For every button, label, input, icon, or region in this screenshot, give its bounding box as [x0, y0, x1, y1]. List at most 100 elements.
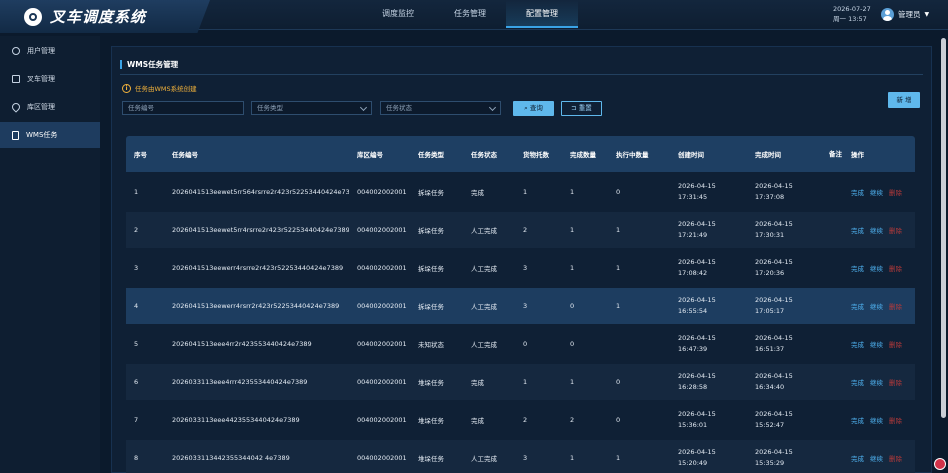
search-button[interactable]: ⌕ 查询: [513, 101, 554, 116]
sidebar-item-forklifts[interactable]: 叉车管理: [0, 66, 100, 92]
continue-link[interactable]: 继续: [870, 417, 883, 425]
task-no-input[interactable]: 任务编号: [122, 101, 244, 115]
created-time: 15:36:01: [678, 421, 708, 429]
cell-area: 004002002001: [357, 378, 407, 386]
cell-finished: 2026-04-15 15:52:47: [747, 409, 821, 431]
delete-link[interactable]: 删除: [889, 417, 902, 425]
cell-created: 2026-04-15 15:20:49: [670, 447, 747, 469]
table-row[interactable]: 4 2026041513eewerr4rsrr2r423r52253440424e…: [126, 288, 915, 324]
cell-task-no: 2026041513eewet5rr564rsrre2r423r52253440…: [172, 188, 349, 196]
task-type-select[interactable]: 任务类型: [251, 101, 372, 115]
created-date: 2026-04-15: [678, 448, 716, 456]
cell-running: 0: [616, 188, 621, 196]
complete-link[interactable]: 完成: [851, 227, 864, 235]
cell-task-no: 2026033113eee4423553440424e7389: [172, 416, 300, 424]
finished-date: 2026-04-15: [755, 448, 793, 456]
continue-link[interactable]: 继续: [870, 189, 883, 197]
sidebar-item-wms-tasks[interactable]: WMS任务: [0, 122, 100, 148]
header-done: 完成数量: [570, 151, 596, 159]
complete-link[interactable]: 完成: [851, 341, 864, 349]
cell-index: 1: [134, 188, 139, 196]
cell-created: 2026-04-15 17:21:49: [670, 219, 747, 241]
table-row[interactable]: 5 2026041513eee4rr2r423553440424e7389 0040…: [126, 326, 915, 362]
created-time: 15:20:49: [678, 459, 708, 467]
cell-area: 004002002001: [357, 454, 407, 462]
cell-created: 2026-04-15 16:47:39: [670, 333, 747, 355]
app-badge-icon[interactable]: [934, 458, 946, 470]
cell-area: 004002002001: [357, 340, 407, 348]
main-panel: WMS任务管理 i 任务由WMS系统创建 任务编号 任务类型 任务状态 ⌕ 查询…: [111, 46, 932, 473]
cell-area: 004002002001: [357, 416, 407, 424]
cell-created: 2026-04-15 16:28:58: [670, 371, 747, 393]
continue-link[interactable]: 继续: [870, 455, 883, 463]
delete-link[interactable]: 删除: [889, 303, 902, 311]
sidebar-item-label: WMS任务: [26, 131, 58, 139]
created-time: 17:31:45: [678, 193, 708, 201]
header-actions: 操作: [851, 151, 864, 159]
continue-link[interactable]: 继续: [870, 265, 883, 273]
cell-done: 1: [570, 454, 575, 462]
continue-link[interactable]: 继续: [870, 341, 883, 349]
complete-link[interactable]: 完成: [851, 379, 864, 387]
table-row[interactable]: 6 2026033113eee4rrr423553440424e7389 00400…: [126, 364, 915, 400]
sidebar: 用户管理 叉车管理 库区管理 WMS任务: [0, 36, 100, 473]
sidebar-item-label: 库区管理: [27, 103, 55, 111]
cell-done: 1: [570, 264, 575, 272]
user-name: 管理员: [898, 10, 921, 19]
cell-actions: 完成 继续 删除: [843, 415, 915, 425]
reset-button[interactable]: ⊐ 重置: [561, 101, 602, 116]
cell-pallets: 1: [523, 378, 528, 386]
continue-link[interactable]: 继续: [870, 379, 883, 387]
cell-actions: 完成 继续 删除: [843, 301, 915, 311]
complete-link[interactable]: 完成: [851, 417, 864, 425]
title-divider: [120, 74, 923, 75]
forklift-icon: [12, 75, 20, 83]
delete-link[interactable]: 删除: [889, 189, 902, 197]
complete-link[interactable]: 完成: [851, 189, 864, 197]
nav-dispatch-monitor[interactable]: 调度监控: [362, 0, 434, 28]
cell-created: 2026-04-15 15:36:01: [670, 409, 747, 431]
add-button[interactable]: 新 增: [888, 92, 920, 108]
task-status-select[interactable]: 任务状态: [380, 101, 501, 115]
cell-created: 2026-04-15 16:55:54: [670, 295, 747, 317]
continue-link[interactable]: 继续: [870, 227, 883, 235]
cell-created: 2026-04-15 17:08:42: [670, 257, 747, 279]
table-row[interactable]: 2 2026041513eewet5rr4rsrre2r423r522534404…: [126, 212, 915, 248]
table-row[interactable]: 1 2026041513eewet5rr564rsrre2r423r5225344…: [126, 174, 915, 210]
sidebar-item-areas[interactable]: 库区管理: [0, 94, 100, 120]
cell-task-no: 2026033113442355344042 4e7389: [172, 454, 290, 462]
finished-time: 17:37:08: [755, 193, 785, 201]
user-icon: [12, 47, 20, 55]
finished-time: 17:05:17: [755, 307, 785, 315]
top-header: 叉车调度系统 调度监控 任务管理 配置管理 2026-07-27 周一 13:5…: [0, 0, 948, 33]
delete-link[interactable]: 删除: [889, 265, 902, 273]
created-time: 16:55:54: [678, 307, 708, 315]
nav-task-management[interactable]: 任务管理: [434, 0, 506, 28]
cell-finished: 2026-04-15 15:35:29: [747, 447, 821, 469]
table-row[interactable]: 3 2026041513eewerr4rsrre2r423r52253440424…: [126, 250, 915, 286]
complete-link[interactable]: 完成: [851, 303, 864, 311]
created-date: 2026-04-15: [678, 258, 716, 266]
nav-config-management[interactable]: 配置管理: [506, 0, 578, 28]
delete-link[interactable]: 删除: [889, 379, 902, 387]
delete-link[interactable]: 删除: [889, 341, 902, 349]
delete-link[interactable]: 删除: [889, 455, 902, 463]
finished-date: 2026-04-15: [755, 372, 793, 380]
finished-time: 17:20:36: [755, 269, 785, 277]
scrollbar-thumb[interactable]: [941, 38, 946, 418]
user-menu[interactable]: 管理员 ▼: [881, 8, 929, 21]
table-row[interactable]: 7 2026033113eee4423553440424e7389 00400200…: [126, 402, 915, 438]
cell-task-no: 2026041513eewerr4rsrr2r423r52253440424e7…: [172, 302, 340, 310]
table-row[interactable]: 8 2026033113442355344042 4e7389 0040020020…: [126, 440, 915, 473]
complete-link[interactable]: 完成: [851, 265, 864, 273]
delete-link[interactable]: 删除: [889, 227, 902, 235]
continue-link[interactable]: 继续: [870, 303, 883, 311]
cell-actions: 完成 继续 删除: [843, 225, 915, 235]
table-header: 序号 任务编号 库区编号 任务类型 任务状态 货物托数 完成数量 执行中数量 创…: [126, 136, 915, 172]
cell-index: 7: [134, 416, 139, 424]
created-date: 2026-04-15: [678, 334, 716, 342]
sidebar-item-users[interactable]: 用户管理: [0, 38, 100, 64]
location-icon: [10, 101, 22, 113]
complete-link[interactable]: 完成: [851, 455, 864, 463]
cell-running: 1: [616, 226, 621, 234]
